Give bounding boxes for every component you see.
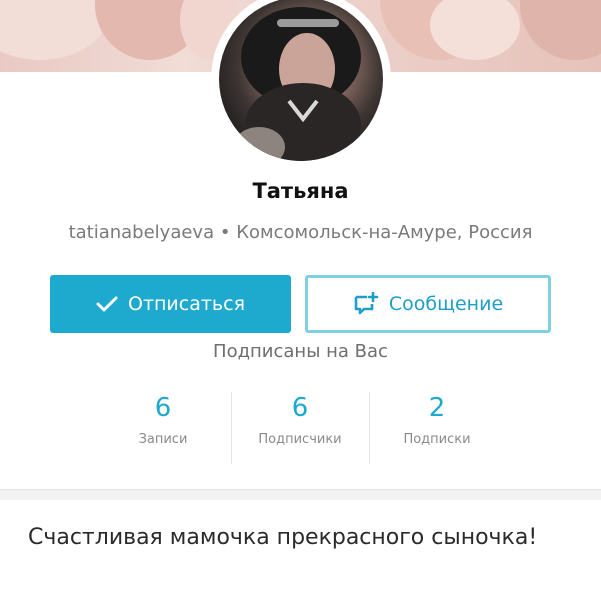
username: tatianabelyaeva — [68, 222, 215, 243]
profile-subline: tatianabelyaeva • Комсомольск-на-Амуре, … — [0, 222, 601, 243]
profile-name: Татьяна — [252, 179, 349, 203]
stat-following[interactable]: 2 Подписки — [367, 392, 507, 447]
unfollow-button[interactable]: Отписаться — [50, 275, 291, 333]
message-label: Сообщение — [388, 293, 504, 315]
stat-followers-value: 6 — [291, 393, 309, 423]
avatar-photo — [233, 7, 361, 161]
profile-bio: Счастливая мамочка прекрасного сыночка! — [28, 525, 538, 550]
stat-following-value: 2 — [428, 393, 446, 423]
follows-you-label: Подписаны на Вас — [213, 341, 388, 362]
new-message-icon — [353, 292, 379, 316]
stats-bar: 6 Записи 6 Подписчики 2 Подписки — [0, 392, 601, 464]
stat-followers-label: Подписчики — [258, 432, 342, 447]
section-divider — [0, 489, 601, 500]
separator-dot: • — [219, 222, 231, 243]
check-icon — [96, 295, 118, 313]
avatar[interactable] — [219, 0, 383, 161]
location: Комсомольск-на-Амуре, Россия — [236, 222, 533, 243]
stat-followers[interactable]: 6 Подписчики — [230, 392, 370, 447]
stat-posts-value: 6 — [154, 393, 172, 423]
unfollow-label: Отписаться — [127, 293, 246, 315]
stat-following-label: Подписки — [403, 432, 471, 447]
stat-posts-label: Записи — [138, 432, 188, 447]
stat-posts[interactable]: 6 Записи — [93, 392, 233, 447]
message-button[interactable]: Сообщение — [305, 275, 551, 333]
